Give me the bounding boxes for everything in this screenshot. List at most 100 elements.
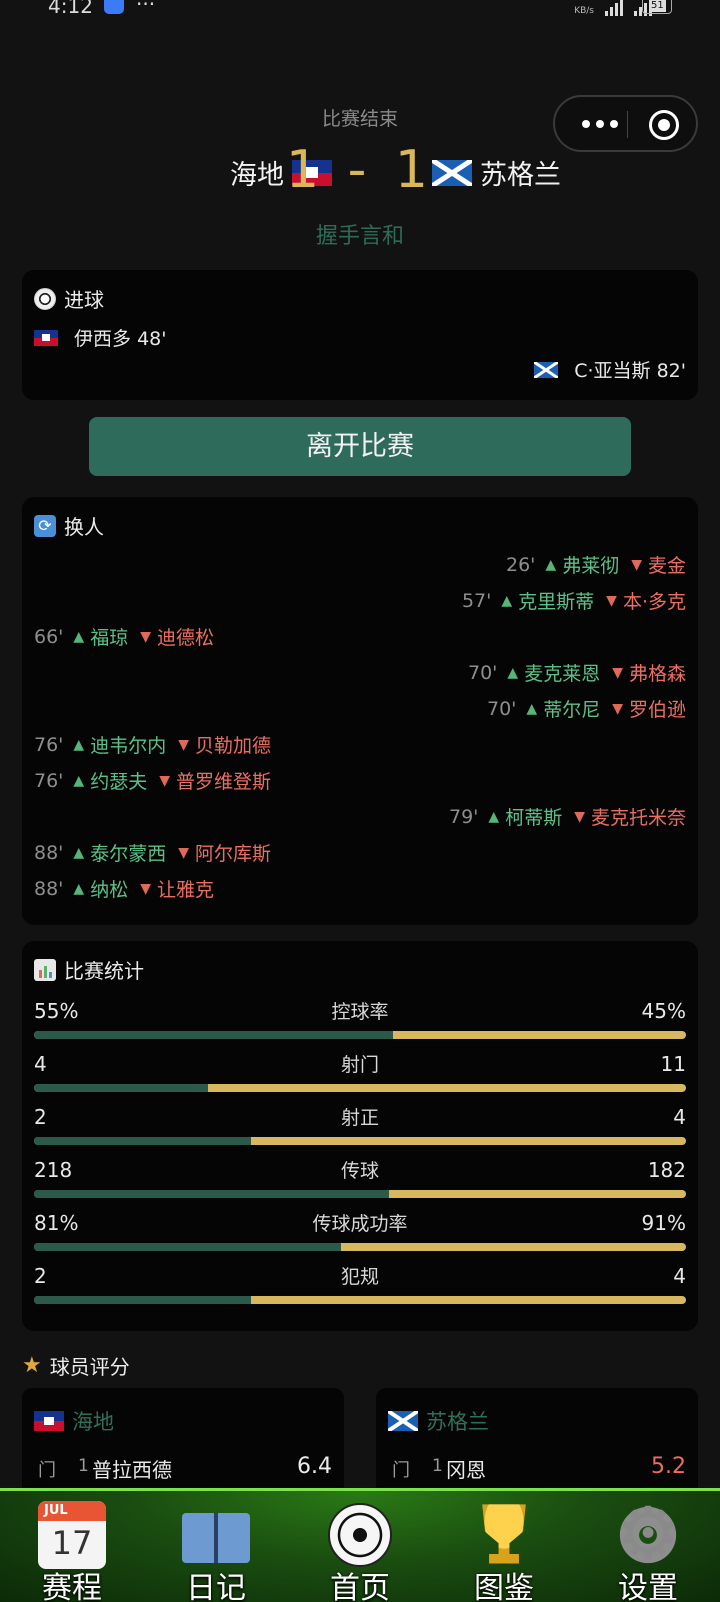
sub-in-icon: ▲ [73,628,85,645]
stat-name: 传球 [340,1160,379,1182]
player-rating: 5.2 [651,1454,686,1479]
player-in-name: 泰尔蒙西 [90,843,167,865]
stats-title: 比赛统计 [34,955,144,984]
star-icon: ★ [22,1353,42,1378]
player-out-name: 贝勒加德 [194,735,271,757]
gear-icon [614,1491,682,1575]
sub-in-icon: ▲ [507,664,519,681]
away-team-name: 苏格兰 [480,160,561,191]
stat-name: 射正 [340,1107,379,1129]
substitution-minute: 88' [34,841,64,864]
sub-in-icon: ▲ [73,772,85,789]
stat-name: 传球成功率 [312,1213,408,1235]
match-result: 握手言和 [315,224,404,249]
tab-schedule[interactable]: JUL 17 赛程 [0,1491,144,1602]
substitution-row: 57' ▲ 克里斯蒂 ▼ 本·多克 [462,587,686,614]
stat-comparison-bar [34,1031,686,1039]
player-in-name: 约瑟夫 [90,771,148,793]
goal-player: C·亚当斯 82' [574,360,686,382]
goals-title: 进球 [34,284,104,313]
bottom-tab-bar: JUL 17 赛程 日记 首页 图鉴 设置 [0,1488,720,1602]
stat-home-share [34,1190,390,1198]
tab-diary[interactable]: 日记 [144,1491,288,1602]
home-goal: 伊西多 48' [34,324,166,351]
away-goal: C·亚当斯 82' [534,356,686,383]
ratings-title-label: 球员评分 [49,1355,130,1379]
substitution-minute: 70' [468,661,498,684]
substitution-minute: 79' [449,805,479,828]
battery-level: 51 [649,0,666,12]
player-in-name: 麦克莱恩 [524,663,601,685]
more-notifications-icon: ··· [136,0,156,16]
away-team: 苏格兰 [432,153,561,192]
substitution-row: 70' ▲ 麦克莱恩 ▼ 弗格森 [468,659,686,686]
player-out-name: 本·多克 [622,591,686,613]
tab-home[interactable]: 首页 [288,1491,432,1602]
calendar-icon: JUL 17 [38,1501,106,1569]
stat-home-share [34,1243,342,1251]
stat-home-share [34,1084,209,1092]
sub-out-icon: ▼ [606,592,617,609]
substitution-row: 76' ▲ 迪韦尔内 ▼ 贝勒加德 [34,731,271,758]
sub-in-icon: ▲ [73,844,85,861]
stat-away-value: 91% [641,1211,686,1235]
player-rating-row[interactable]: 门 1 冈恩 5.2 [388,1454,686,1484]
scotland-flag-icon [432,159,472,186]
match-status: 比赛结束 [321,108,398,130]
goals-title-label: 进球 [64,288,104,312]
player-name: 冈恩 [446,1458,486,1482]
substitutions-title-label: 换人 [64,515,104,539]
stat-home-share [34,1296,252,1304]
sub-out-icon: ▼ [140,880,151,897]
tab-label: 图鉴 [474,1571,534,1602]
substitution-row: 26' ▲ 弗莱彻 ▼ 麦金 [506,551,686,578]
book-icon [182,1513,250,1563]
player-in-name: 柯蒂斯 [505,807,563,829]
player-in-name: 蒂尔尼 [543,699,601,721]
status-bar: 4:12 ··· KB/s 51 [0,0,720,22]
tab-settings[interactable]: 设置 [576,1491,720,1602]
sub-in-icon: ▲ [73,736,85,753]
tab-collection[interactable]: 图鉴 [432,1491,576,1602]
substitution-minute: 76' [34,769,64,792]
stat-comparison-bar [34,1296,686,1304]
tab-label: 首页 [330,1571,390,1602]
goal-player: 伊西多 48' [74,328,167,350]
substitution-minute: 66' [34,625,64,648]
ratings-title: ★ 球员评分 [22,1351,130,1380]
tab-label: 设置 [618,1571,678,1602]
stat-row: 2 射正 4 [34,1105,686,1145]
stat-row: 2 犯规 4 [34,1264,686,1304]
soccer-ball-icon [34,287,56,310]
sub-in-icon: ▲ [488,808,500,825]
substitutions-title: ⟳ 换人 [34,511,104,540]
substitution-minute: 26' [506,553,536,576]
stat-row: 4 射门 11 [34,1052,686,1092]
status-time: 4:12 [48,0,93,18]
substitution-row: 88' ▲ 纳松 ▼ 让雅克 [34,875,214,902]
stat-name: 控球率 [331,1001,389,1023]
tab-label: 日记 [186,1571,246,1602]
sub-out-icon: ▼ [631,556,642,573]
substitution-row: 70' ▲ 蒂尔尼 ▼ 罗伯逊 [487,695,686,722]
sub-out-icon: ▼ [574,808,585,825]
stat-row: 81% 传球成功率 91% [34,1211,686,1251]
tab-label: 赛程 [42,1571,102,1602]
stat-home-share [34,1137,252,1145]
substitution-row: 88' ▲ 泰尔蒙西 ▼ 阿尔库斯 [34,839,271,866]
away-ratings-team-name: 苏格兰 [426,1410,489,1434]
leave-match-button[interactable]: 离开比赛 [89,417,631,476]
player-rating-row[interactable]: 门 1 普拉西德 6.4 [34,1454,332,1484]
substitution-row: 66' ▲ 福琼 ▼ 迪德松 [34,623,214,650]
sub-out-icon: ▼ [178,736,189,753]
player-in-name: 纳松 [90,879,129,901]
player-out-name: 普罗维登斯 [175,771,271,793]
player-in-name: 迪韦尔内 [90,735,167,757]
sub-out-icon: ▼ [178,844,189,861]
player-position: 门 [392,1460,410,1481]
bar-chart-icon [34,958,56,981]
haiti-flag-icon [34,1411,64,1431]
stat-away-value: 11 [660,1052,686,1076]
stat-comparison-bar [34,1084,686,1092]
match-score: 1 - 1 [286,140,434,200]
